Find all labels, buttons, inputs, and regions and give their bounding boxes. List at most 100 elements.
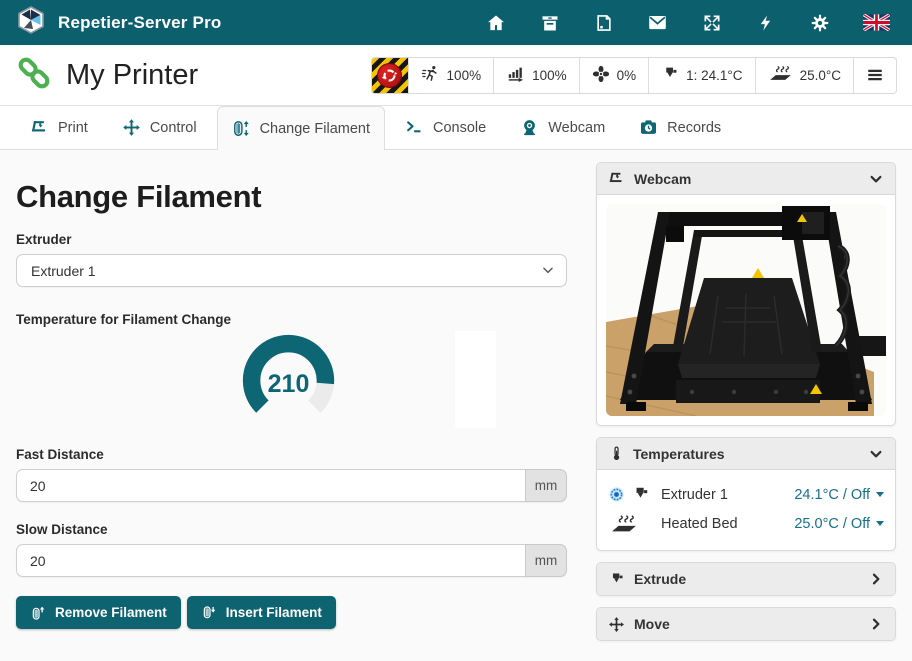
brand-home-link[interactable]: Repetier-Server Pro (16, 5, 221, 40)
fast-distance-group: mm (16, 469, 567, 502)
remove-filament-button[interactable]: Remove Filament (16, 596, 181, 629)
printer-icon (608, 170, 625, 187)
slow-distance-unit: mm (525, 544, 567, 577)
flow-bars-icon (506, 64, 525, 86)
move-arrows-icon (122, 118, 141, 137)
printer-tabs: Print Control Change Filament Console We… (0, 106, 912, 150)
radio-selected-icon[interactable] (608, 486, 625, 503)
flow-badge[interactable]: 100% (493, 58, 579, 93)
fan-icon (592, 65, 610, 86)
temperature-gauge[interactable] (238, 330, 339, 431)
top-navbar: Repetier-Server Pro (0, 0, 912, 45)
thermometer-icon (608, 445, 624, 462)
fan-badge[interactable]: 0% (579, 58, 649, 93)
printer-header: My Printer 100% (0, 45, 912, 106)
printer-status-bar: 100% 100% 0% (371, 57, 897, 94)
temperature-row-bed: Heated Bed 25.0°C / Off (608, 509, 884, 538)
tab-records[interactable]: Records (625, 106, 735, 149)
navbar-icons (485, 12, 896, 33)
tab-webcam[interactable]: Webcam (506, 106, 619, 149)
webcam-feed[interactable] (606, 204, 886, 416)
emergency-stop-button[interactable] (372, 58, 408, 93)
printers-icon[interactable] (539, 12, 560, 33)
extruder-temp-badge[interactable]: 1: 24.1°C (648, 58, 754, 93)
caret-down-icon (876, 492, 884, 497)
content-area: Change Filament Extruder Extruder 1 Temp… (0, 150, 912, 661)
temperature-row-extruder: Extruder 1 24.1°C / Off (608, 480, 884, 509)
temperatures-panel: Temperatures (596, 437, 896, 551)
emergency-stop-icon (377, 63, 402, 88)
tab-change-filament[interactable]: Change Filament (217, 106, 385, 150)
slow-distance-group: mm (16, 544, 567, 577)
fast-distance-input[interactable] (16, 469, 525, 502)
temperatures-body: Extruder 1 24.1°C / Off (597, 470, 895, 550)
gauge-side-box (455, 331, 496, 428)
slow-distance-input[interactable] (16, 544, 525, 577)
speed-badge[interactable]: 100% (408, 58, 494, 93)
extruder-temp-value: 1: 24.1°C (686, 68, 742, 83)
temperature-gauge-row: 210 (16, 330, 567, 431)
chevron-right-icon (868, 571, 884, 587)
move-panel: Move (596, 607, 896, 641)
fast-distance-label: Fast Distance (16, 447, 567, 462)
filament-actions: Remove Filament Insert Filament (16, 596, 567, 629)
temp-row-name: Extruder 1 (661, 487, 728, 503)
link-connected-icon (15, 54, 53, 97)
quick-commands-icon[interactable] (755, 12, 776, 33)
printer-title: My Printer (15, 54, 198, 97)
messages-icon[interactable] (647, 12, 668, 33)
filament-icon (232, 119, 251, 138)
app-title: Repetier-Server Pro (58, 13, 221, 33)
temperature-label: Temperature for Filament Change (16, 312, 567, 327)
extruder-nozzle-icon (631, 485, 650, 504)
webcam-panel: Webcam (596, 162, 896, 426)
webcam-icon (520, 118, 539, 137)
filament-down-icon (201, 605, 217, 621)
move-panel-header[interactable]: Move (597, 608, 895, 640)
insert-filament-button[interactable]: Insert Filament (187, 596, 336, 629)
slow-distance-label: Slow Distance (16, 522, 567, 537)
console-icon (405, 118, 424, 137)
temp-row-name: Heated Bed (661, 516, 738, 532)
sidebar: Webcam (596, 150, 896, 661)
camera-icon (639, 118, 658, 137)
bed-temp-dropdown[interactable]: 25.0°C / Off (794, 516, 884, 532)
manual-icon[interactable] (593, 12, 614, 33)
extruder-select-wrap: Extruder 1 (16, 254, 567, 287)
tab-control[interactable]: Control (108, 106, 211, 149)
change-filament-panel: Change Filament Extruder Extruder 1 Temp… (16, 150, 567, 661)
fan-value: 0% (617, 68, 637, 83)
extruder-nozzle-icon (608, 571, 625, 588)
settings-gear-icon[interactable] (809, 12, 830, 33)
speed-runner-icon (421, 64, 440, 86)
printer-icon (30, 118, 49, 137)
move-arrows-icon (608, 616, 625, 633)
hamburger-icon (866, 66, 884, 84)
speed-value: 100% (447, 68, 482, 83)
flow-value: 100% (532, 68, 567, 83)
chevron-down-icon (868, 446, 884, 462)
extruder-select[interactable]: Extruder 1 (16, 254, 567, 287)
fast-distance-unit: mm (525, 469, 567, 502)
extruder-temp-dropdown[interactable]: 24.1°C / Off (794, 487, 884, 503)
printer-menu-button[interactable] (853, 58, 896, 93)
tab-console[interactable]: Console (391, 106, 500, 149)
printer-name: My Printer (66, 59, 198, 92)
temperatures-panel-header[interactable]: Temperatures (597, 438, 895, 470)
fullscreen-icon[interactable] (701, 12, 722, 33)
language-flag-uk[interactable] (863, 12, 890, 33)
heated-bed-icon (768, 64, 793, 86)
chevron-right-icon (868, 616, 884, 632)
webcam-panel-header[interactable]: Webcam (597, 163, 895, 195)
chevron-down-icon (868, 171, 884, 187)
extrude-panel: Extrude (596, 562, 896, 596)
bed-temp-badge[interactable]: 25.0°C (755, 58, 853, 93)
filament-up-icon (30, 605, 46, 621)
home-icon[interactable] (485, 12, 506, 33)
page-title: Change Filament (16, 179, 567, 215)
extrude-panel-header[interactable]: Extrude (597, 563, 895, 595)
caret-down-icon (876, 521, 884, 526)
repetier-logo-icon (16, 5, 46, 40)
tab-print[interactable]: Print (16, 106, 102, 149)
heated-bed-icon (608, 513, 640, 535)
